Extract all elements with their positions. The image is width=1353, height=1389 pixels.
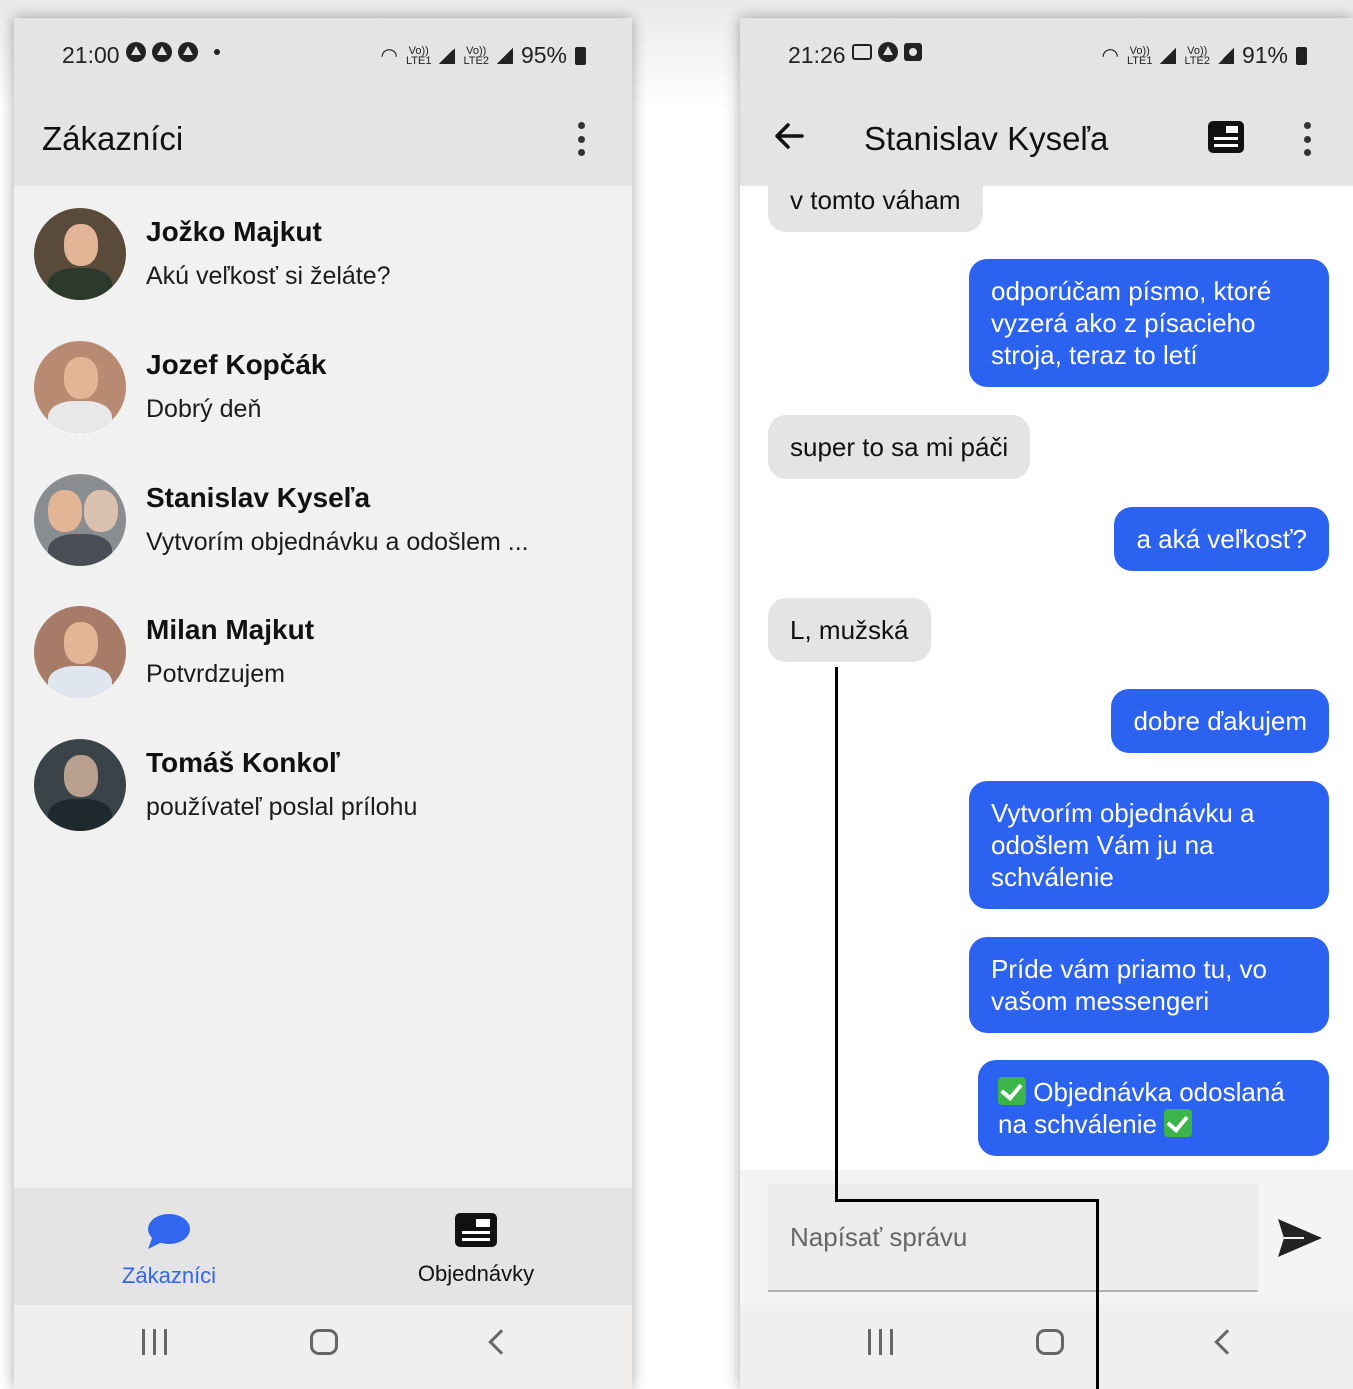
status-time: 21:00 (62, 42, 120, 68)
check-emoji-icon (998, 1077, 1026, 1105)
signal-bars-icon (496, 47, 513, 64)
customer-last-message: používateľ poslal prílohu (146, 793, 418, 821)
notification-icon (878, 42, 898, 62)
chat-title: Stanislav Kyseľa (864, 120, 1109, 157)
wifi-icon: ◠ (380, 45, 398, 67)
callout-line (1096, 1199, 1099, 1389)
customer-name: Milan Majkut (146, 614, 315, 645)
signal-sim1-icon: Vo)) LTE1 (1126, 44, 1153, 67)
back-button[interactable] (488, 1329, 514, 1355)
recent-apps-button[interactable] (142, 1329, 167, 1355)
notification-icon (126, 42, 146, 62)
message-incoming: L, mužská (768, 598, 931, 662)
chat-screen: 21:26 ◠ Vo)) LTE1 Vo)) LTE2 91% Stanislav … (740, 18, 1353, 1389)
callout-line (835, 667, 838, 1202)
notification-icon (904, 43, 922, 61)
home-button[interactable] (310, 1329, 338, 1355)
message-outgoing: dobre ďakujem (1111, 689, 1329, 753)
app-bar: Zákazníci (14, 90, 632, 186)
signal-bars-icon (439, 47, 456, 64)
customer-last-message: Akú veľkosť si želáte? (146, 262, 391, 290)
signal-sim2-icon: Vo)) LTE2 (1184, 44, 1210, 67)
battery-icon (1296, 46, 1307, 65)
chat-bubble-icon (148, 1214, 190, 1249)
signal-sim2-icon: Vo)) LTE2 (463, 44, 489, 67)
send-icon[interactable] (1276, 1216, 1324, 1260)
customer-item[interactable]: Milan Majkut Potvrdzujem (14, 606, 632, 726)
tab-customers[interactable]: Zákazníci (69, 1212, 269, 1289)
kebab-menu-icon[interactable] (576, 122, 586, 156)
system-navigation-bar (740, 1305, 1353, 1389)
wifi-icon: ◠ (1101, 45, 1119, 67)
customer-item[interactable]: Stanislav Kyseľa Vytvorím objednávku a o… (14, 474, 632, 594)
page-title: Zákazníci (42, 120, 184, 157)
kebab-menu-icon[interactable] (1302, 122, 1312, 156)
tab-customers-label: Zákazníci (121, 1263, 217, 1288)
message-outgoing: Príde vám priamo tu, vo vašom messengeri (969, 937, 1329, 1033)
recent-apps-button[interactable] (868, 1329, 893, 1355)
message-composer (740, 1170, 1353, 1305)
message-outgoing: a aká veľkosť? (1114, 507, 1329, 571)
order-card-icon[interactable] (1207, 120, 1245, 154)
notification-icon (152, 42, 172, 62)
customer-item[interactable]: Jožko Majkut Akú veľkosť si želáte? (14, 208, 632, 328)
notification-icon (178, 42, 198, 62)
status-bar: 21:00 ◠ Vo)) LTE1 Vo)) LTE2 95% (14, 18, 632, 90)
status-time: 21:26 (788, 42, 846, 68)
customers-screen: 21:00 ◠ Vo)) LTE1 Vo)) LTE2 95% Zákazníci … (14, 18, 632, 1389)
battery-icon (575, 46, 586, 65)
avatar (34, 739, 126, 831)
customer-name: Jozef Kopčák (146, 349, 327, 380)
system-navigation-bar (14, 1305, 632, 1389)
system-indicators: ◠ Vo)) LTE1 Vo)) LTE2 91% (1102, 42, 1307, 69)
customer-last-message: Potvrdzujem (146, 660, 285, 688)
home-button[interactable] (1036, 1329, 1064, 1355)
customer-name: Tomáš Konkoľ (146, 747, 340, 778)
screenshot-icon (852, 44, 872, 60)
callout-line (835, 1199, 1099, 1202)
signal-bars-icon (1217, 47, 1234, 64)
order-card-icon (455, 1213, 497, 1247)
signal-bars-icon (1160, 47, 1177, 64)
customer-item[interactable]: Tomáš Konkoľ používateľ poslal prílohu (14, 739, 632, 859)
system-indicators: ◠ Vo)) LTE1 Vo)) LTE2 95% (381, 42, 586, 69)
customer-name: Stanislav Kyseľa (146, 482, 371, 513)
check-emoji-icon (1164, 1109, 1193, 1137)
avatar (34, 606, 126, 698)
avatar (34, 208, 126, 300)
signal-sim1-icon: Vo)) LTE1 (405, 44, 432, 67)
status-bar: 21:26 ◠ Vo)) LTE1 Vo)) LTE2 91% (740, 18, 1353, 90)
message-outgoing: Objednávka odoslaná na schválenie (978, 1060, 1329, 1156)
battery-percent: 95% (520, 42, 567, 68)
bottom-navigation: Zákazníci Objednávky (14, 1188, 632, 1306)
message-outgoing: Vytvorím objednávku a odošlem Vám ju na … (969, 781, 1329, 909)
tab-orders-label: Objednávky (417, 1261, 535, 1286)
back-button[interactable] (1214, 1329, 1240, 1355)
customer-last-message: Dobrý deň (146, 395, 262, 423)
battery-percent: 91% (1241, 42, 1288, 68)
back-arrow-icon[interactable] (772, 118, 808, 154)
customer-last-message: Vytvorím objednávku a odošlem ... (146, 528, 529, 556)
more-notifications-icon (214, 49, 220, 55)
avatar (34, 474, 126, 566)
avatar (34, 341, 126, 433)
customer-item[interactable]: Jozef Kopčák Dobrý deň (14, 341, 632, 461)
message-incoming: super to sa mi páči (768, 415, 1031, 479)
tab-orders[interactable]: Objednávky (376, 1212, 576, 1287)
notification-icons (852, 42, 922, 62)
message-incoming: v tomto váham (768, 168, 983, 232)
message-outgoing: odporúčam písmo, ktoré vyzerá ako z písa… (969, 259, 1329, 387)
notification-icons (126, 42, 220, 62)
customer-name: Jožko Majkut (146, 216, 322, 247)
message-text: Objednávka odoslaná na schválenie (998, 1077, 1285, 1139)
